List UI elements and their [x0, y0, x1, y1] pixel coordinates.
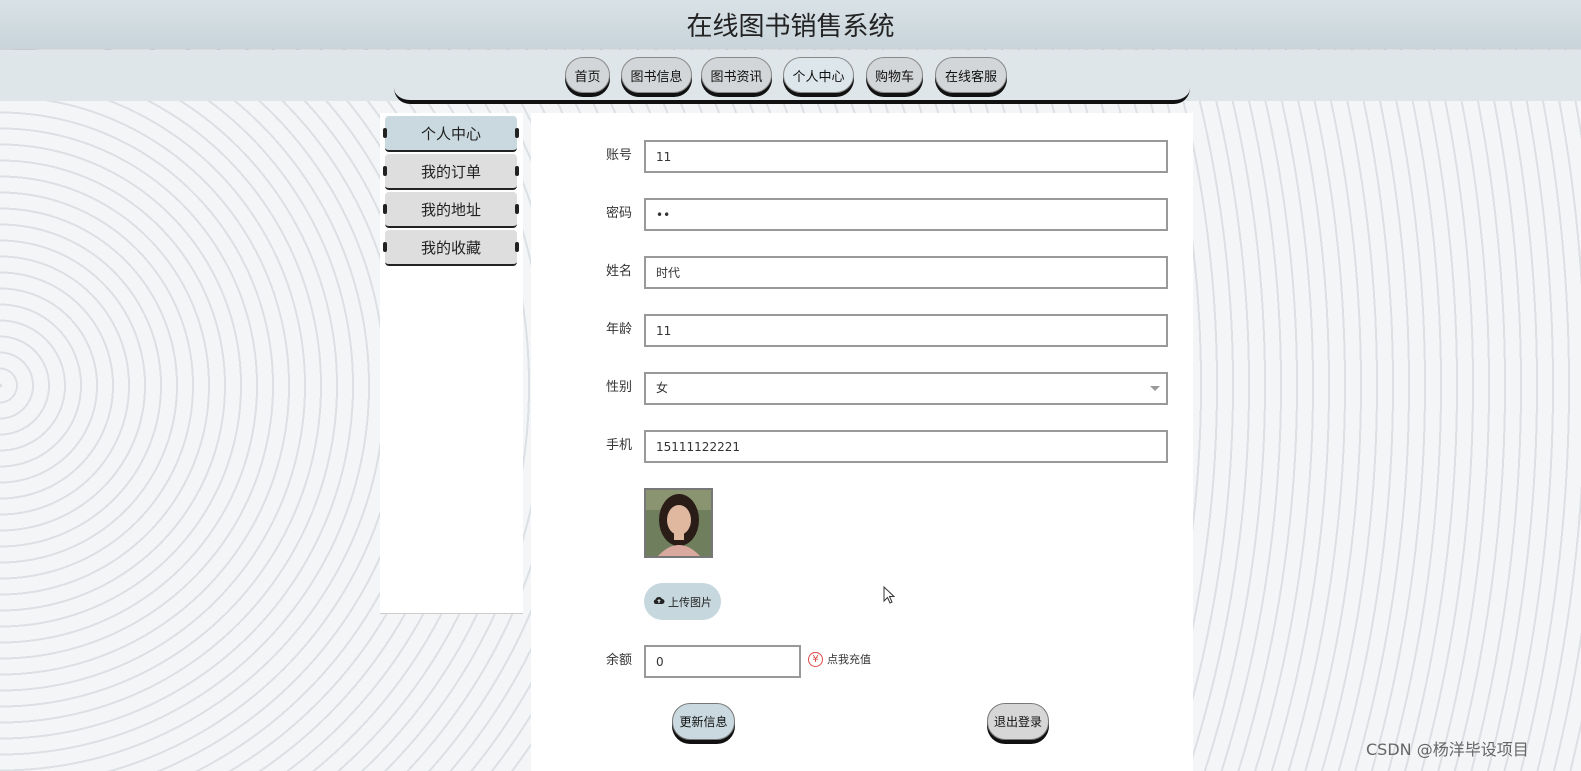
chevron-down-icon [1150, 386, 1160, 391]
sidebar-item-favorites[interactable]: 我的收藏 [383, 230, 519, 266]
mouse-cursor-icon [883, 586, 895, 604]
sidebar-item-address[interactable]: 我的地址 [383, 192, 519, 228]
name-label: 姓名 [606, 264, 633, 279]
yen-icon: ¥ [808, 651, 823, 667]
phone-label: 手机 [606, 438, 633, 453]
nav-book-info[interactable]: 图书信息 [621, 57, 692, 93]
age-input[interactable] [644, 314, 1168, 347]
password-label: 密码 [606, 206, 633, 221]
sidebar-item-profile[interactable]: 个人中心 [383, 116, 519, 152]
logout-button[interactable]: 退出登录 [987, 703, 1049, 740]
update-info-button[interactable]: 更新信息 [672, 703, 735, 740]
sidebar-item-orders[interactable]: 我的订单 [383, 154, 519, 190]
site-title: 在线图书销售系统 [0, 0, 1581, 49]
upload-image-button[interactable]: 上传图片 [644, 583, 721, 620]
gender-label: 性别 [606, 380, 633, 395]
gender-select[interactable]: 女 [644, 372, 1168, 405]
upload-image-label: 上传图片 [668, 595, 712, 609]
nav-service[interactable]: 在线客服 [935, 57, 1007, 93]
account-input[interactable] [644, 140, 1168, 173]
nav-profile[interactable]: 个人中心 [783, 57, 854, 93]
nav-cart[interactable]: 购物车 [866, 57, 923, 93]
name-input[interactable] [644, 256, 1168, 289]
balance-label: 余额 [606, 653, 633, 668]
phone-input[interactable] [644, 430, 1168, 463]
balance-input[interactable] [644, 645, 801, 678]
recharge-label: 点我充值 [827, 653, 871, 666]
watermark: CSDN @杨洋毕设项目 [1366, 740, 1529, 759]
cloud-upload-icon [653, 595, 665, 608]
password-input[interactable] [644, 198, 1168, 231]
account-label: 账号 [606, 148, 633, 163]
avatar [644, 488, 713, 558]
nav-home[interactable]: 首页 [565, 57, 610, 93]
age-label: 年龄 [606, 322, 633, 337]
nav-book-news[interactable]: 图书资讯 [701, 57, 772, 93]
sidebar: 个人中心 我的订单 我的地址 我的收藏 [380, 113, 523, 614]
recharge-link[interactable]: ¥ 点我充值 [808, 651, 871, 667]
